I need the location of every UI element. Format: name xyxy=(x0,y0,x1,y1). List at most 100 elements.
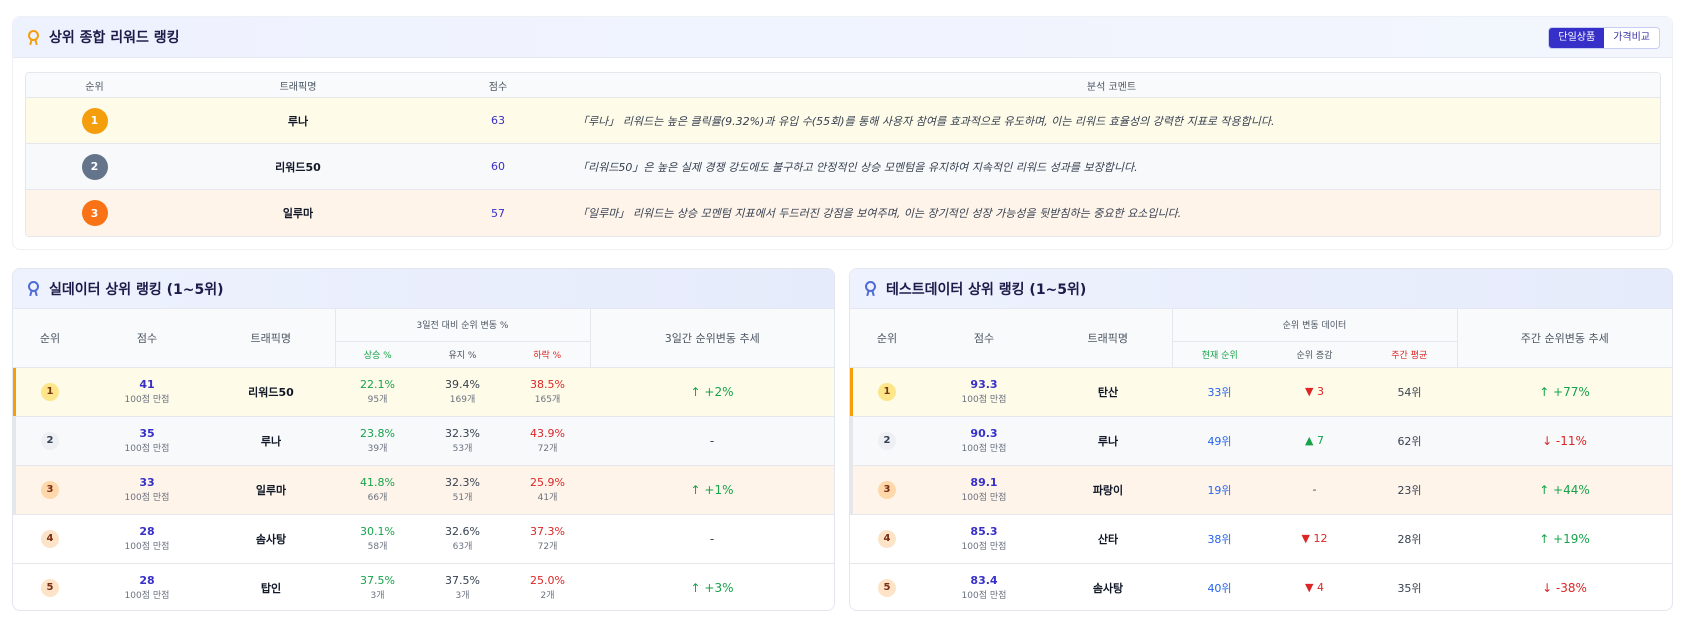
up-percent: 23.8% xyxy=(360,427,395,440)
up-count: 39개 xyxy=(367,444,388,454)
down-percent: 25.9% xyxy=(530,476,565,489)
row-name: 탑인 xyxy=(260,581,282,595)
keep-count: 51개 xyxy=(452,493,473,503)
row-score: 60 xyxy=(491,160,505,173)
row-name: 루나 xyxy=(1097,434,1119,448)
keep-count: 63개 xyxy=(452,542,473,552)
column-group-change: 3일전 대비 순위 변동 % xyxy=(334,309,591,342)
current-rank: 49위 xyxy=(1207,434,1232,448)
rank-delta: ▼ 3 xyxy=(1305,385,1324,398)
rank-badge: 3 xyxy=(41,480,59,499)
trend-value: - xyxy=(709,433,715,448)
table-row: 1 41 100점 만점 리워드50 22.1% 95개 39.4% 169개 38.… xyxy=(13,367,834,417)
current-rank: 33위 xyxy=(1207,385,1232,399)
up-count: 95개 xyxy=(367,395,388,405)
silver-medal-badge: 2 xyxy=(81,153,108,180)
row-name: 리워드50 xyxy=(275,160,321,174)
row-name: 솜사탕 xyxy=(1092,581,1124,595)
row-score: 33 xyxy=(139,476,155,489)
row-name: 루나 xyxy=(260,434,282,448)
trend-value: ↑ +2% xyxy=(690,384,734,399)
up-percent: 37.5% xyxy=(360,574,395,588)
column-header-weekly-avg: 주간 평균 xyxy=(1362,341,1458,368)
column-header-rank: 순위 xyxy=(13,309,87,368)
test-data-ranking-table: 순위 점수 트래픽명 순위 변동 데이터 주간 순위변동 추세 현재 순위 순위… xyxy=(850,309,1672,610)
table-row: 3 33 100점 만점 일루마 41.8% 66개 32.3% 51개 25.9% 4… xyxy=(13,465,834,515)
row-name: 일루마 xyxy=(282,207,314,220)
weekly-average: 23위 xyxy=(1397,483,1422,497)
up-percent: 22.1% xyxy=(360,378,395,391)
column-header-rank-delta: 순위 증감 xyxy=(1267,341,1362,368)
column-header-rank: 순위 xyxy=(85,81,104,93)
overall-ranking-card: 상위 종합 리워드 랭킹 단일상품 가격비교 순위 트래픽명 점수 분석 코멘트… xyxy=(12,16,1673,250)
rank-badge: 4 xyxy=(41,529,59,548)
rank-badge: 4 xyxy=(878,529,896,548)
table-row: 1 루나 63 「루나」 리워드는 높은 클릭률(9.32%)과 유입 수(55… xyxy=(26,98,1660,144)
test-data-ranking-title: 테스트데이터 상위 랭킹 (1~5위) xyxy=(886,281,1087,298)
column-header-comment: 분석 코멘트 xyxy=(1086,81,1137,93)
score-caption: 100점 만점 xyxy=(961,542,1007,552)
overall-ranking-title: 상위 종합 리워드 랭킹 xyxy=(49,30,180,46)
trend-value: ↑ +77% xyxy=(1539,384,1590,399)
column-header-score: 점수 xyxy=(924,309,1044,368)
rank-badge: 1 xyxy=(41,382,59,401)
trend-value: ↑ +1% xyxy=(690,482,734,497)
weekly-average: 35위 xyxy=(1397,581,1422,595)
down-count: 72개 xyxy=(537,542,558,552)
column-header-name: 트래픽명 xyxy=(279,81,317,93)
award-icon xyxy=(27,281,40,297)
score-caption: 100점 만점 xyxy=(961,444,1007,454)
view-toggle: 단일상품 가격비교 xyxy=(1548,27,1660,49)
weekly-average: 62위 xyxy=(1397,434,1422,448)
down-count: 2개 xyxy=(540,591,555,602)
row-score: 93.3 xyxy=(970,378,998,391)
rank-badge: 2 xyxy=(878,431,896,450)
current-rank: 38위 xyxy=(1207,532,1232,546)
table-row: 5 28 100점 만점 탑인 37.5% 3개 37.5% 3개 25.0% 2개 ↑… xyxy=(13,563,834,610)
up-count: 66개 xyxy=(367,493,388,503)
keep-percent: 32.6% xyxy=(445,525,480,538)
rank-delta: ▲ 7 xyxy=(1305,434,1324,447)
score-caption: 100점 만점 xyxy=(124,493,170,503)
row-name: 솜사탕 xyxy=(255,532,287,546)
weekly-average: 54위 xyxy=(1397,385,1422,399)
toggle-single-product[interactable]: 단일상품 xyxy=(1549,28,1605,48)
up-percent: 41.8% xyxy=(360,476,395,489)
rank-badge: 5 xyxy=(41,578,59,597)
trend-value: ↓ -38% xyxy=(1542,580,1587,595)
rank-badge: 2 xyxy=(41,431,59,450)
test-data-ranking-card: 테스트데이터 상위 랭킹 (1~5위) 순위 점수 트래픽명 순위 변동 데이터… xyxy=(849,268,1673,611)
column-header-trend: 주간 순위변동 추세 xyxy=(1457,309,1672,368)
overall-ranking-header: 상위 종합 리워드 랭킹 단일상품 가격비교 xyxy=(13,17,1672,58)
down-count: 165개 xyxy=(534,395,561,405)
trend-value: ↑ +3% xyxy=(690,580,734,595)
row-name: 파랑이 xyxy=(1092,483,1124,497)
score-caption: 100점 만점 xyxy=(124,395,170,405)
score-caption: 100점 만점 xyxy=(124,591,170,602)
column-header-name: 트래픽명 xyxy=(1044,309,1172,368)
rank-badge: 1 xyxy=(878,382,896,401)
real-data-ranking-table: 순위 점수 트래픽명 3일전 대비 순위 변동 % 3일간 순위변동 추세 상승… xyxy=(13,309,834,610)
column-header-up: 상승 % xyxy=(334,341,420,368)
rank-delta: - xyxy=(1312,483,1317,496)
score-caption: 100점 만점 xyxy=(961,395,1007,405)
keep-count: 169개 xyxy=(449,395,476,405)
table-row: 2 35 100점 만점 루나 23.8% 39개 32.3% 53개 43.9% 72… xyxy=(13,416,834,466)
current-rank: 19위 xyxy=(1207,483,1232,497)
row-name: 산타 xyxy=(1097,532,1119,546)
row-score: 41 xyxy=(139,378,155,391)
row-name: 탄산 xyxy=(1097,385,1119,399)
down-count: 72개 xyxy=(537,444,558,454)
toggle-price-compare[interactable]: 가격비교 xyxy=(1604,28,1659,48)
row-score: 89.1 xyxy=(970,476,998,489)
rank-badge: 5 xyxy=(878,578,896,597)
trend-value: - xyxy=(709,531,715,546)
column-header-name: 트래픽명 xyxy=(207,309,335,368)
trend-value: ↑ +19% xyxy=(1539,531,1590,546)
score-caption: 100점 만점 xyxy=(961,591,1007,602)
award-icon xyxy=(27,29,40,45)
column-header-rank: 순위 xyxy=(850,309,924,368)
score-caption: 100점 만점 xyxy=(124,542,170,552)
column-header-score: 점수 xyxy=(488,81,508,93)
award-icon xyxy=(864,281,877,297)
